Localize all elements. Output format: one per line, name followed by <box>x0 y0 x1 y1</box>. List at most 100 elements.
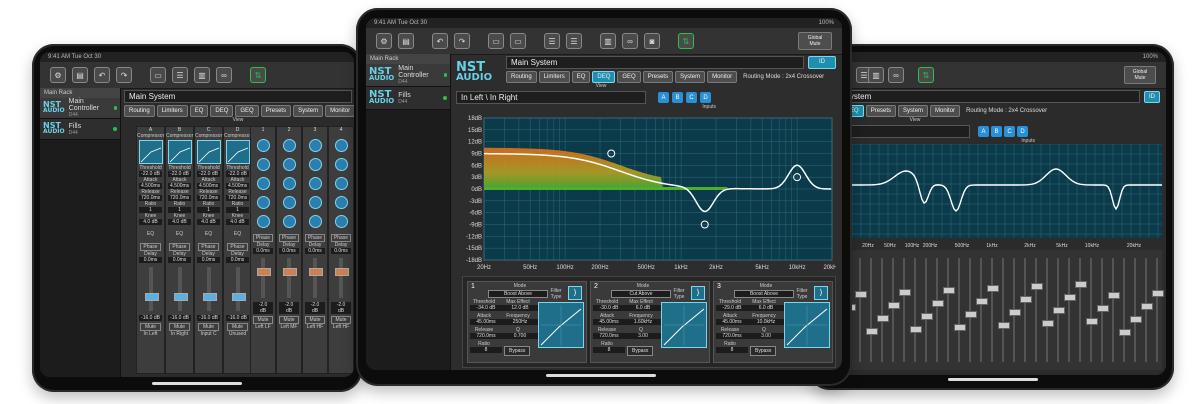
mute-button[interactable]: Mute <box>169 323 190 331</box>
camera-icon[interactable]: ◙ <box>644 33 660 49</box>
meters-icon[interactable]: ▥ <box>600 33 616 49</box>
delay-value[interactable]: 0.0ms <box>226 257 249 263</box>
eq-band-knob[interactable] <box>282 215 296 228</box>
geq-fader-cap[interactable] <box>910 326 922 333</box>
filter-type-icon[interactable]: ⟩ <box>568 286 582 300</box>
frequency-value[interactable]: 250Hz <box>502 319 538 325</box>
geq-fader-cap[interactable] <box>954 324 966 331</box>
geq-fader-cap[interactable] <box>1108 292 1120 299</box>
delay-value[interactable]: 0.0ms <box>168 257 191 263</box>
link-icon[interactable]: ∞ <box>622 33 638 49</box>
phase-button[interactable]: Phase <box>305 234 325 242</box>
geq-fader-bank[interactable] <box>816 250 1164 370</box>
mute-button[interactable]: Mute <box>279 316 299 324</box>
knee-value[interactable]: 4.0 dB <box>197 219 220 225</box>
geq-fader-cap[interactable] <box>1053 307 1065 314</box>
q-value[interactable]: 0.700 <box>502 333 538 339</box>
filter-type-icon[interactable]: ⟩ <box>691 286 705 300</box>
delay-value[interactable]: 0.0ms <box>197 257 220 263</box>
mute-button[interactable]: Mute <box>305 316 325 324</box>
tab-system[interactable]: System <box>293 105 324 117</box>
redo-icon[interactable]: ↷ <box>454 33 470 49</box>
list-icon[interactable]: ☰ <box>172 67 188 83</box>
document-icon[interactable]: ▤ <box>72 67 88 83</box>
geq-fader-cap[interactable] <box>1042 320 1054 327</box>
fader-cap[interactable] <box>173 293 188 301</box>
rack-icon[interactable]: ▭ <box>150 67 166 83</box>
mute-button[interactable]: Mute <box>198 323 219 331</box>
global-mute-button[interactable]: Global Mute <box>1124 66 1156 84</box>
mode-select[interactable]: Cut Above <box>611 290 671 298</box>
meters-icon[interactable]: ▥ <box>868 67 884 83</box>
gain-value[interactable]: -16.0 dB <box>197 315 220 321</box>
delay-value[interactable]: 0.0ms <box>331 248 351 254</box>
threshold-value[interactable]: -30.0 dB <box>593 305 625 311</box>
eq-band-knob[interactable] <box>256 139 270 152</box>
geq-fader-cap[interactable] <box>877 315 889 322</box>
fader-cap[interactable] <box>257 268 271 276</box>
eq-band-knob[interactable] <box>334 196 348 209</box>
device-item-main[interactable]: NST AUDIO Main Controller D44 <box>366 64 450 87</box>
geq-fader-cap[interactable] <box>1064 294 1076 301</box>
geq-fader-cap[interactable] <box>932 300 944 307</box>
phase-button[interactable]: Phase <box>331 234 351 242</box>
input-a-button[interactable]: A <box>978 126 989 137</box>
geq-fader-cap[interactable] <box>1086 318 1098 325</box>
max_effect-value[interactable]: 6.0 dB <box>625 305 661 311</box>
frequency-value[interactable]: 10.0kHz <box>748 319 784 325</box>
gain-value[interactable]: -16.0 dB <box>139 315 162 321</box>
knee-value[interactable]: 4.0 dB <box>168 219 191 225</box>
device-item-main[interactable]: NST AUDIO Main Controller D44 <box>40 98 120 119</box>
knee-value[interactable]: 4.0 dB <box>226 219 249 225</box>
phase-button[interactable]: Phase <box>198 243 219 251</box>
input-d-button[interactable]: D <box>700 92 711 103</box>
eq-band-knob[interactable] <box>308 177 322 190</box>
attack-value[interactable]: 45.00ms <box>716 319 748 325</box>
input-d-button[interactable]: D <box>1017 126 1028 137</box>
mode-select[interactable]: Boost Above <box>734 290 794 298</box>
link-icon[interactable]: ∞ <box>888 67 904 83</box>
eq-band-knob[interactable] <box>308 196 322 209</box>
network-icon[interactable]: ⇅ <box>918 67 934 83</box>
mute-button[interactable]: Mute <box>331 316 351 324</box>
bypass-button[interactable]: Bypass <box>504 346 531 356</box>
geq-fader-cap[interactable] <box>1020 296 1032 303</box>
bypass-button[interactable]: Bypass <box>750 346 777 356</box>
delay-value[interactable]: 0.0ms <box>279 248 299 254</box>
delay-value[interactable]: 0.0ms <box>305 248 325 254</box>
geq-fader-cap[interactable] <box>1031 283 1043 290</box>
undo-icon[interactable]: ↶ <box>432 33 448 49</box>
eq-band-knob[interactable] <box>334 139 348 152</box>
device-item-fills[interactable]: NST AUDIO Fills D44 <box>366 87 450 110</box>
geq-fader-cap[interactable] <box>855 291 867 298</box>
knee-value[interactable]: 4.0 dB <box>139 219 162 225</box>
geq-fader-cap[interactable] <box>1119 329 1131 336</box>
input-b-button[interactable]: B <box>672 92 683 103</box>
deq-curve-graph[interactable]: 20Hz 50Hz 100Hz 200Hz 500Hz 1kHz 2kHz 5kHz 10kHz… <box>816 144 1162 249</box>
geq-fader-cap[interactable] <box>987 285 999 292</box>
eq-band-knob[interactable] <box>282 177 296 190</box>
tab-geq[interactable]: GEQ <box>235 105 259 117</box>
fader-cap[interactable] <box>309 268 323 276</box>
gain-value[interactable]: -2.0 dB <box>253 302 273 314</box>
gain-value[interactable]: -16.0 dB <box>226 315 249 321</box>
input-c-button[interactable]: C <box>686 92 697 103</box>
eq-band-knob[interactable] <box>282 196 296 209</box>
ratio-value[interactable]: 8 <box>470 347 502 353</box>
release-value[interactable]: 720.0ms <box>470 333 502 339</box>
tab-monitor[interactable]: Monitor <box>325 105 354 117</box>
input-b-button[interactable]: B <box>991 126 1002 137</box>
delay-value[interactable]: 0.0ms <box>139 257 162 263</box>
link-icon[interactable]: ∞ <box>216 67 232 83</box>
eq-band-knob[interactable] <box>256 215 270 228</box>
list-alt-icon[interactable]: ☰ <box>566 33 582 49</box>
deq-curve-graph[interactable]: 18dB 15dB 12dB 9dB 6dB 3dB 0dB -3dB -6dB -9dB -12d… <box>456 114 836 272</box>
release-value[interactable]: 720.0ms <box>593 333 625 339</box>
document-icon[interactable]: ▤ <box>398 33 414 49</box>
tab-deq[interactable]: DEQ <box>592 71 616 83</box>
tab-deq[interactable]: DEQ <box>210 105 234 117</box>
eq-band-knob[interactable] <box>334 215 348 228</box>
geq-fader-cap[interactable] <box>921 313 933 320</box>
max_effect-value[interactable]: 12.0 dB <box>502 305 538 311</box>
input-a-button[interactable]: A <box>658 92 669 103</box>
